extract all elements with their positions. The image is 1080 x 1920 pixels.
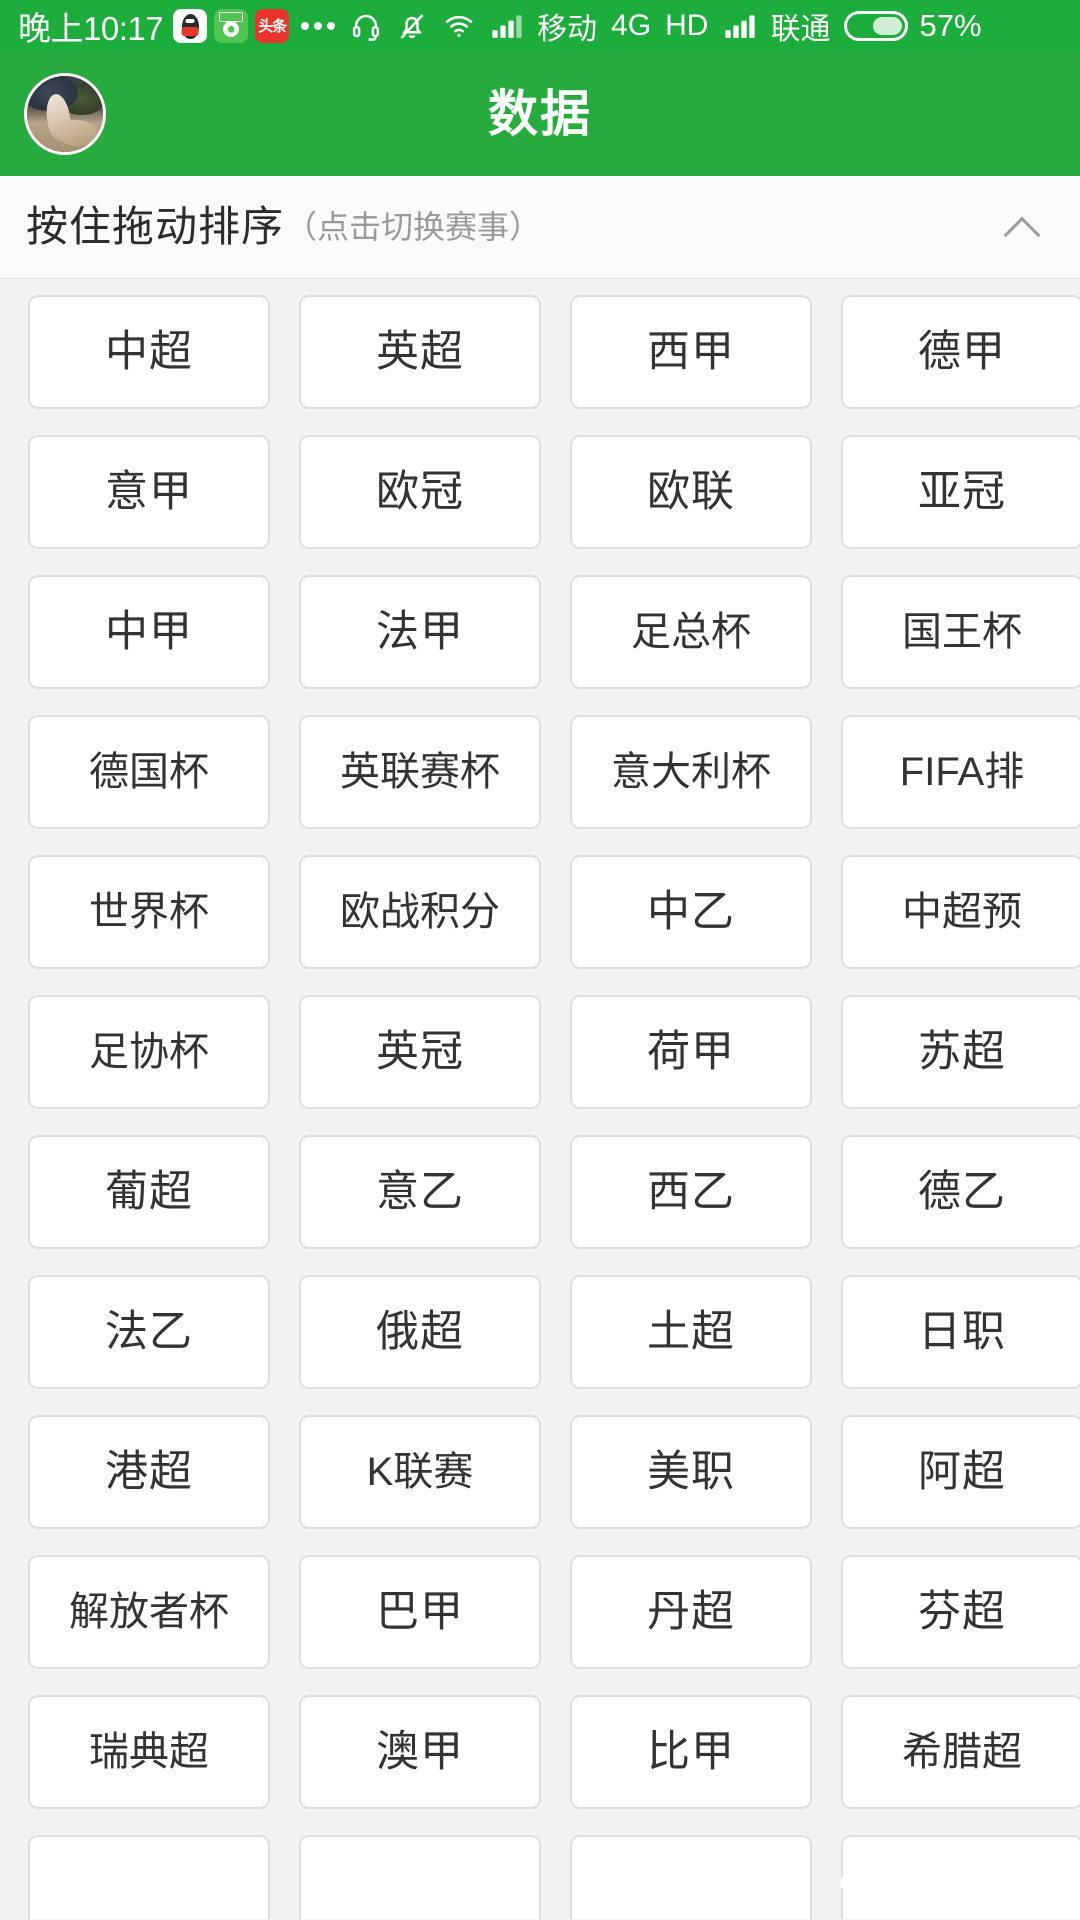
league-tile[interactable] (570, 1835, 812, 1919)
league-tile[interactable]: 法乙 (28, 1275, 270, 1389)
league-tile[interactable]: 意乙 (299, 1135, 541, 1249)
phone-screen: 晚上10:17 头条 移动 4G HD 联通 57% 数据 按住拖动排序 （点击… (0, 0, 1080, 1920)
league-tile[interactable]: 亚冠 (841, 435, 1080, 549)
league-tile[interactable]: 解放者杯 (28, 1555, 270, 1669)
league-tile[interactable] (28, 1835, 270, 1919)
league-tile[interactable]: FIFA排 (841, 715, 1080, 829)
league-tile[interactable]: 苏超 (841, 995, 1080, 1109)
chevron-up-icon[interactable] (1002, 206, 1044, 248)
battery-icon (844, 11, 909, 41)
league-tile[interactable]: 西乙 (570, 1135, 812, 1249)
league-tile[interactable]: 澳甲 (299, 1695, 541, 1809)
network-type-label: 4G (611, 9, 652, 42)
league-tile[interactable]: 中乙 (570, 855, 812, 969)
app-header: 数据 (0, 52, 1080, 176)
league-tile[interactable]: 足协杯 (28, 995, 270, 1109)
league-tile[interactable]: 瑞典超 (28, 1695, 270, 1809)
league-tile[interactable]: 西甲 (570, 295, 812, 409)
league-tile[interactable]: 德乙 (841, 1135, 1080, 1249)
league-tile[interactable]: 日职 (841, 1275, 1080, 1389)
league-tile[interactable]: 中超 (28, 295, 270, 409)
signal-bars-icon (491, 12, 523, 40)
league-tile[interactable] (841, 1835, 1080, 1919)
wifi-icon (443, 11, 475, 41)
league-grid: 中超 英超 西甲 德甲 意甲 欧冠 欧联 亚冠 中甲 法甲 足总杯 国王杯 德国… (0, 295, 1080, 1919)
league-tile[interactable]: 英冠 (299, 995, 541, 1109)
status-notification-icons: 头条 (173, 9, 290, 43)
league-tile[interactable]: 巴甲 (299, 1555, 541, 1669)
overflow-dots-icon (301, 22, 336, 30)
league-tile[interactable]: 意大利杯 (570, 715, 812, 829)
league-tile[interactable]: 希腊超 (841, 1695, 1080, 1809)
toutiao-icon: 头条 (255, 9, 290, 43)
sort-bar[interactable]: 按住拖动排序 （点击切换赛事） (0, 176, 1080, 279)
bell-muted-icon (397, 11, 427, 41)
signal-bars-secondary-icon (724, 12, 756, 40)
league-tile[interactable]: 中超预 (841, 855, 1080, 969)
league-tile[interactable]: 英超 (299, 295, 541, 409)
league-tile[interactable]: K联赛 (299, 1415, 541, 1529)
toutiao-label: 头条 (258, 17, 287, 35)
headset-icon (351, 11, 381, 41)
carrier-secondary-label: 联通 (770, 13, 831, 46)
battery-percent-label: 57% (919, 8, 982, 43)
league-tile[interactable]: 俄超 (299, 1275, 541, 1389)
sort-bar-sub-label: （点击切换赛事） (285, 209, 542, 245)
league-tile[interactable]: 国王杯 (841, 575, 1080, 689)
hd-label: HD (665, 9, 709, 42)
league-grid-scroll-area[interactable]: 中超 英超 西甲 德甲 意甲 欧冠 欧联 亚冠 中甲 法甲 足总杯 国王杯 德国… (0, 279, 1080, 1919)
status-bar: 晚上10:17 头条 移动 4G HD 联通 57% (0, 0, 1080, 52)
league-tile[interactable]: 德甲 (841, 295, 1080, 409)
league-tile[interactable]: 欧冠 (299, 435, 541, 549)
league-tile[interactable]: 土超 (570, 1275, 812, 1389)
league-tile[interactable]: 法甲 (299, 575, 541, 689)
league-tile[interactable]: 葡超 (28, 1135, 270, 1249)
league-tile[interactable]: 港超 (28, 1415, 270, 1529)
league-tile[interactable]: 欧联 (570, 435, 812, 549)
league-tile[interactable]: 美职 (570, 1415, 812, 1529)
user-avatar[interactable] (24, 73, 106, 155)
league-tile[interactable]: 中甲 (28, 575, 270, 689)
league-tile[interactable]: 足总杯 (570, 575, 812, 689)
league-tile[interactable]: 德国杯 (28, 715, 270, 829)
status-time: 晚上10:17 (18, 10, 164, 47)
page-title: 数据 (488, 86, 592, 142)
league-tile[interactable] (299, 1835, 541, 1919)
league-tile[interactable]: 阿超 (841, 1415, 1080, 1529)
league-tile[interactable]: 丹超 (570, 1555, 812, 1669)
league-tile[interactable]: 芬超 (841, 1555, 1080, 1669)
league-tile[interactable]: 意甲 (28, 435, 270, 549)
league-tile[interactable]: 世界杯 (28, 855, 270, 969)
football-app-icon (214, 9, 249, 43)
league-tile[interactable]: 比甲 (570, 1695, 812, 1809)
qq-icon (173, 9, 208, 43)
carrier-primary-label: 移动 (537, 13, 598, 46)
league-tile[interactable]: 荷甲 (570, 995, 812, 1109)
sort-bar-main-label: 按住拖动排序 (26, 203, 285, 250)
league-tile[interactable]: 欧战积分 (299, 855, 541, 969)
league-tile[interactable]: 英联赛杯 (299, 715, 541, 829)
